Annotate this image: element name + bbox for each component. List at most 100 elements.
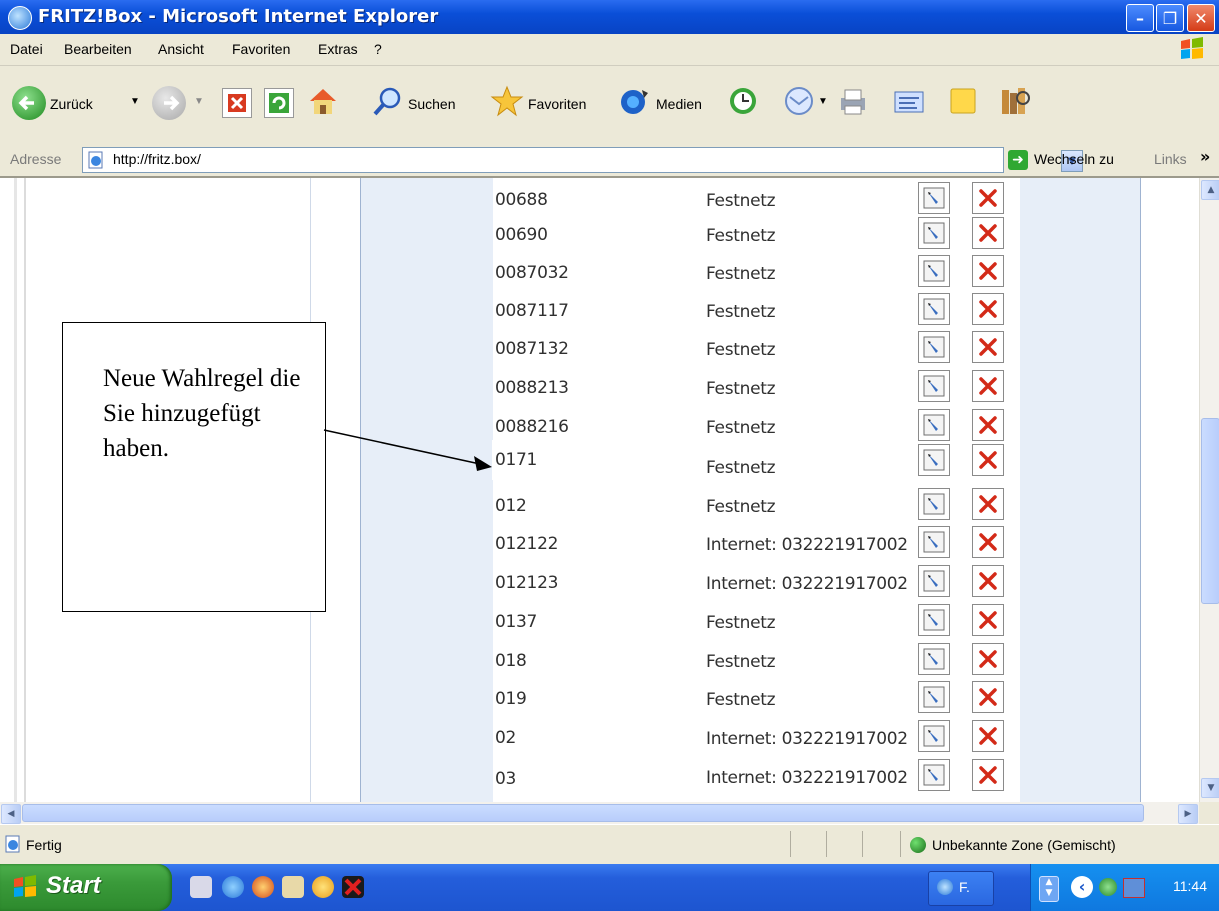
mail-dropdown-icon[interactable]: ▼ (818, 96, 828, 107)
edit-rule-icon[interactable] (918, 331, 950, 363)
edit-rule-icon[interactable] (918, 526, 950, 558)
delete-rule-icon[interactable] (972, 720, 1004, 752)
vertical-scroll-thumb[interactable] (1201, 418, 1219, 604)
delete-rule-icon[interactable] (972, 526, 1004, 558)
maximize-button[interactable]: ❐ (1156, 4, 1184, 32)
start-button[interactable]: Start (0, 864, 172, 911)
home-icon[interactable] (306, 84, 340, 118)
ie-window-icon[interactable] (8, 6, 32, 30)
rule-connection: Internet: 032221917002 (706, 768, 908, 788)
rule-number: 02 (495, 728, 517, 748)
edit-rule-icon[interactable] (918, 720, 950, 752)
delete-rule-icon[interactable] (972, 565, 1004, 597)
edit-rule-icon[interactable] (918, 488, 950, 520)
delete-rule-icon[interactable] (972, 182, 1004, 214)
scroll-left-icon[interactable]: ◀ (1, 804, 21, 824)
delete-rule-icon[interactable] (972, 643, 1004, 675)
menu-help[interactable]: ? (374, 41, 382, 57)
go-button[interactable]: Wechseln zu (1034, 151, 1114, 167)
close-button[interactable]: ✕ (1187, 4, 1215, 32)
horizontal-scrollbar[interactable]: ◀ ▶ (0, 802, 1199, 824)
tray-updown-icon[interactable]: ▲ ▼ (1039, 876, 1059, 902)
favorites-star-icon[interactable] (490, 84, 524, 118)
edit-rule-icon[interactable] (918, 565, 950, 597)
edit-icon[interactable] (892, 84, 926, 118)
delete-rule-icon[interactable] (972, 255, 1004, 287)
edit-rule-icon[interactable] (918, 409, 950, 441)
tray-chevron-icon[interactable]: ‹ (1071, 876, 1093, 898)
delete-rule-icon[interactable] (972, 444, 1004, 476)
back-button[interactable]: Zurück (50, 96, 93, 112)
quicklaunch-info-icon[interactable] (282, 876, 304, 898)
edit-rule-icon[interactable] (918, 444, 950, 476)
favorites-button[interactable]: Favoriten (528, 96, 586, 112)
rule-number: 0088213 (495, 378, 569, 398)
security-zone-text[interactable]: Unbekannte Zone (Gemischt) (932, 837, 1116, 853)
edit-rule-icon[interactable] (918, 681, 950, 713)
media-button[interactable]: Medien (656, 96, 702, 112)
edit-rule-icon[interactable] (918, 182, 950, 214)
quicklaunch-ie-icon[interactable] (222, 876, 244, 898)
print-icon[interactable] (836, 84, 870, 118)
menu-ansicht[interactable]: Ansicht (158, 41, 204, 57)
edit-rule-icon[interactable] (918, 293, 950, 325)
research-icon[interactable] (998, 84, 1032, 118)
annotation-arrow-icon (323, 429, 492, 471)
refresh-icon[interactable] (264, 88, 294, 118)
quicklaunch-player-icon[interactable] (252, 876, 274, 898)
edit-rule-icon[interactable] (918, 255, 950, 287)
search-button[interactable]: Suchen (408, 96, 455, 112)
edit-rule-icon[interactable] (918, 217, 950, 249)
links-label[interactable]: Links (1154, 151, 1187, 167)
taskbar: Start F. ▲ ▼ ‹ 11:44 (0, 864, 1219, 911)
go-arrow-icon[interactable]: ➜ (1008, 150, 1028, 170)
menu-bearbeiten[interactable]: Bearbeiten (64, 41, 132, 57)
quicklaunch-app-icon[interactable] (190, 876, 212, 898)
delete-rule-icon[interactable] (972, 370, 1004, 402)
rule-connection: Festnetz (706, 418, 776, 438)
tray-monitor-icon[interactable] (1123, 878, 1145, 898)
page-done-icon (5, 835, 20, 853)
delete-rule-icon[interactable] (972, 759, 1004, 791)
delete-rule-icon[interactable] (972, 293, 1004, 325)
edit-rule-icon[interactable] (918, 370, 950, 402)
history-icon[interactable] (726, 84, 760, 118)
minimize-button[interactable]: – (1126, 4, 1154, 32)
scroll-down-icon[interactable]: ▼ (1201, 778, 1219, 798)
forward-dropdown-icon[interactable]: ▼ (194, 96, 204, 107)
rule-number: 012122 (495, 534, 559, 554)
edit-rule-icon[interactable] (918, 759, 950, 791)
menu-extras[interactable]: Extras (318, 41, 358, 57)
delete-rule-icon[interactable] (972, 488, 1004, 520)
edit-rule-icon[interactable] (918, 643, 950, 675)
delete-rule-icon[interactable] (972, 604, 1004, 636)
delete-rule-icon[interactable] (972, 217, 1004, 249)
quicklaunch-tool-icon[interactable] (342, 876, 364, 898)
notes-icon[interactable] (946, 84, 980, 118)
scroll-right-icon[interactable]: ▶ (1178, 804, 1198, 824)
rule-number: 0087117 (495, 301, 569, 321)
stop-icon[interactable] (222, 88, 252, 118)
windows-flag-icon (1181, 37, 1203, 59)
back-dropdown-icon[interactable]: ▼ (130, 96, 140, 107)
horizontal-scroll-thumb[interactable] (22, 804, 1144, 822)
delete-rule-icon[interactable] (972, 331, 1004, 363)
edit-rule-icon[interactable] (918, 604, 950, 636)
media-icon[interactable] (618, 84, 652, 118)
delete-rule-icon[interactable] (972, 409, 1004, 441)
back-arrow-icon[interactable] (12, 86, 46, 120)
menu-datei[interactable]: Datei (10, 41, 43, 57)
taskbar-window-button[interactable]: F. (928, 871, 994, 906)
rule-number: 0087032 (495, 263, 569, 283)
forward-arrow-icon[interactable] (152, 86, 186, 120)
menu-favoriten[interactable]: Favoriten (232, 41, 290, 57)
vertical-scrollbar[interactable]: ▲ ▼ (1199, 178, 1219, 802)
search-icon[interactable] (372, 84, 404, 118)
chevron-right-icon[interactable]: » (1200, 147, 1210, 166)
scroll-up-icon[interactable]: ▲ (1201, 180, 1219, 200)
address-input[interactable]: http://fritz.box/ ▼ (82, 147, 1083, 173)
tray-network-icon[interactable] (1099, 878, 1117, 896)
mail-icon[interactable] (782, 84, 816, 118)
delete-rule-icon[interactable] (972, 681, 1004, 713)
quicklaunch-media-icon[interactable] (312, 876, 334, 898)
